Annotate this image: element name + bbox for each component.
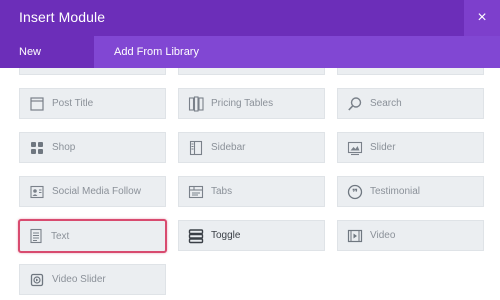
module-label: Testimonial [370,186,421,197]
insert-module-modal: Insert Module × New Module Add From Libr… [0,0,500,300]
module-partial-1[interactable] [19,68,166,75]
module-label: Sidebar [211,142,246,153]
sidebar-icon [188,140,204,156]
close-icon: × [477,9,487,26]
tab-new-module[interactable]: New Module [0,36,94,90]
module-tabs: New Module Add From Library [0,36,500,90]
modal-header: Insert Module × [0,0,500,36]
module-testimonial[interactable]: ❞ Testimonial [337,176,484,207]
modal-title: Insert Module [19,9,106,25]
module-label: Search [370,98,402,109]
tab-add-from-library[interactable]: Add From Library [95,36,218,68]
shop-icon [29,140,45,156]
toggle-icon [188,228,204,244]
tabs-icon [188,184,204,200]
search-icon [347,96,363,112]
module-label: Shop [52,142,76,153]
module-label: Social Media Follow [52,186,141,197]
module-tabs[interactable]: Tabs [178,176,325,207]
module-label: Pricing Tables [211,98,274,109]
module-pricing-tables[interactable]: Pricing Tables [178,88,325,119]
module-toggle[interactable]: Toggle [178,220,325,251]
video-slider-icon [29,272,45,288]
slider-icon [347,140,363,156]
module-partial-3[interactable] [337,68,484,75]
module-label: Text [51,230,70,242]
module-label: Toggle [211,230,241,241]
module-label: Video Slider [52,274,106,285]
svg-text:❞: ❞ [352,188,358,199]
module-post-title[interactable]: Post Title [19,88,166,119]
module-label: Slider [370,142,396,153]
module-video[interactable]: Video [337,220,484,251]
module-video-slider[interactable]: Video Slider [19,264,166,295]
testimonial-icon: ❞ [347,184,363,200]
text-icon [28,228,44,244]
close-button[interactable]: × [464,0,500,36]
module-partial-2[interactable] [178,68,325,75]
module-label: Video [370,230,396,241]
module-label: Post Title [52,98,94,109]
module-label: Tabs [211,186,233,197]
module-search[interactable]: Search [337,88,484,119]
video-icon [347,228,363,244]
module-sidebar[interactable]: Sidebar [178,132,325,163]
pricing-tables-icon [188,95,204,112]
module-text[interactable]: Text [18,219,167,253]
social-media-follow-icon [29,184,45,200]
module-grid: Post Title Pricing Tables Search Shop Si… [0,68,500,300]
module-slider[interactable]: Slider [337,132,484,163]
module-social-media-follow[interactable]: Social Media Follow [19,176,166,207]
post-title-icon [29,96,45,112]
module-shop[interactable]: Shop [19,132,166,163]
